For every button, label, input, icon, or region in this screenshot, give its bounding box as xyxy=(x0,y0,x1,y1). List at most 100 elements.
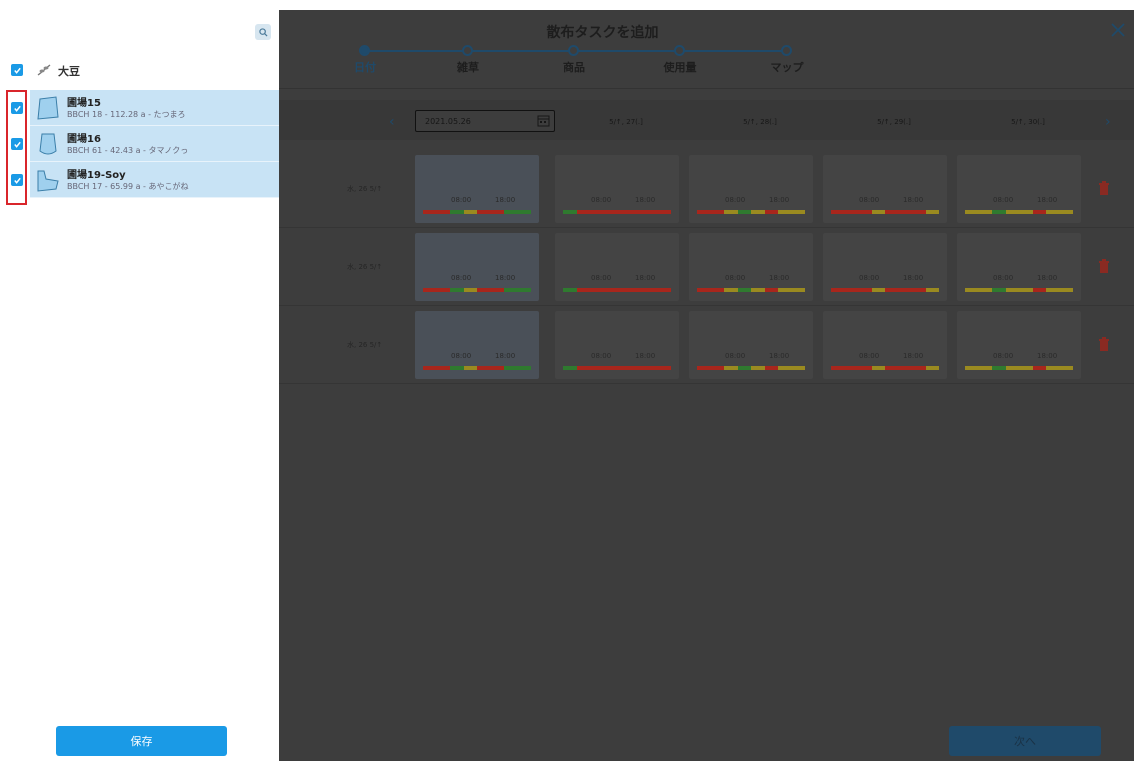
spray-window-segment xyxy=(898,210,912,214)
weather-window-card[interactable]: 08:00 18:00 xyxy=(689,233,813,301)
spray-window-segment xyxy=(965,210,979,214)
weather-window-card[interactable]: 08:00 18:00 xyxy=(823,233,947,301)
header-divider xyxy=(279,88,1134,89)
trash-icon[interactable] xyxy=(1098,337,1110,351)
date-column-header: 5/↑, 27(.] xyxy=(609,118,643,126)
spray-window-segment xyxy=(657,210,671,214)
close-icon[interactable] xyxy=(1110,22,1126,38)
spray-window-segment xyxy=(1032,210,1046,214)
field-row[interactable]: 圃場19-Soy BBCH 17 - 65.99 a - あやこがね xyxy=(0,162,279,198)
step-dot[interactable] xyxy=(568,45,579,56)
spray-window-segment xyxy=(778,288,792,292)
spray-window-bar xyxy=(831,288,939,292)
time-end-label: 18:00 xyxy=(1037,196,1058,204)
field-meta: BBCH 17 - 65.99 a - あやこがね xyxy=(67,182,189,191)
field-shape-icon xyxy=(37,96,59,120)
spray-window-bar xyxy=(697,288,805,292)
chevron-right-icon[interactable]: › xyxy=(1105,114,1111,130)
field-name: 圃場19-Soy xyxy=(67,170,126,181)
weather-window-card[interactable]: 08:00 18:00 xyxy=(555,311,679,379)
spray-window-segment xyxy=(751,288,765,292)
time-end-label: 18:00 xyxy=(495,196,516,204)
check-icon xyxy=(13,67,21,74)
spray-window-segment xyxy=(710,366,724,370)
time-start-label: 08:00 xyxy=(591,196,612,204)
spray-window-segment xyxy=(1005,210,1019,214)
step-label-weeds[interactable]: 雑草 xyxy=(438,59,498,75)
next-button[interactable]: 次へ xyxy=(949,726,1101,756)
spray-window-segment xyxy=(791,210,805,214)
spray-window-segment xyxy=(617,288,631,292)
step-dot[interactable] xyxy=(674,45,685,56)
weather-window-card[interactable]: 08:00 18:00 xyxy=(689,311,813,379)
spray-window-segment xyxy=(724,366,738,370)
crop-icon xyxy=(37,64,51,76)
spray-window-segment xyxy=(1032,288,1046,292)
step-dot[interactable] xyxy=(462,45,473,56)
calendar-icon[interactable] xyxy=(537,114,550,127)
spray-window-segment xyxy=(504,288,518,292)
spray-window-segment xyxy=(563,366,577,370)
time-start-label: 08:00 xyxy=(451,352,472,360)
spray-window-segment xyxy=(992,366,1006,370)
step-dot[interactable] xyxy=(781,45,792,56)
day-row: 水, 26 5/↑ 08:00 18:00 08:00 18:00 08:00 18:00 0… xyxy=(279,306,1134,384)
step-label-date[interactable]: 日付 xyxy=(335,59,395,75)
spray-window-segment xyxy=(590,288,604,292)
time-end-label: 18:00 xyxy=(1037,274,1058,282)
step-label-products[interactable]: 商品 xyxy=(544,59,604,75)
field-row[interactable]: 圃場16 BBCH 61 - 42.43 a - タマノクっ xyxy=(0,126,279,162)
crop-checkbox[interactable] xyxy=(11,64,23,76)
step-label-map[interactable]: マップ xyxy=(757,59,817,75)
field-row[interactable]: 圃場15 BBCH 18 - 112.28 a - たつまろ xyxy=(0,90,279,126)
time-start-label: 08:00 xyxy=(591,274,612,282)
weather-window-card[interactable]: 08:00 18:00 xyxy=(957,233,1081,301)
search-button[interactable] xyxy=(255,24,271,40)
spray-window-segment xyxy=(844,366,858,370)
spray-window-segment xyxy=(450,288,464,292)
spray-window-segment xyxy=(992,210,1006,214)
spray-window-segment xyxy=(912,210,926,214)
weather-window-card[interactable]: 08:00 18:00 xyxy=(415,311,539,379)
step-dot[interactable] xyxy=(359,45,370,56)
weather-window-card[interactable]: 08:00 18:00 xyxy=(555,155,679,223)
weather-window-card[interactable]: 08:00 18:00 xyxy=(957,311,1081,379)
spray-window-segment xyxy=(1005,288,1019,292)
spray-window-bar xyxy=(563,288,671,292)
spray-window-segment xyxy=(898,366,912,370)
day-row-label: 水, 26 5/↑ xyxy=(347,341,383,349)
spray-window-segment xyxy=(1032,366,1046,370)
weather-window-card[interactable]: 08:00 18:00 xyxy=(823,155,947,223)
date-input[interactable]: 2021.05.26 xyxy=(415,110,555,132)
time-end-label: 18:00 xyxy=(495,352,516,360)
weather-window-card[interactable]: 08:00 18:00 xyxy=(415,155,539,223)
spray-window-segment xyxy=(697,210,711,214)
spray-window-segment xyxy=(603,288,617,292)
time-end-label: 18:00 xyxy=(769,196,790,204)
crop-group-row[interactable]: 大豆 xyxy=(0,58,279,82)
spray-window-segment xyxy=(1019,366,1033,370)
spray-window-segment xyxy=(517,366,531,370)
spray-window-bar xyxy=(965,210,1073,214)
weather-window-card[interactable]: 08:00 18:00 xyxy=(689,155,813,223)
weather-window-card[interactable]: 08:00 18:00 xyxy=(823,311,947,379)
spray-window-segment xyxy=(858,288,872,292)
spray-window-segment xyxy=(563,210,577,214)
spray-window-bar xyxy=(697,210,805,214)
spray-window-segment xyxy=(898,288,912,292)
spray-window-segment xyxy=(517,210,531,214)
field-meta: BBCH 18 - 112.28 a - たつまろ xyxy=(67,110,186,119)
spray-window-segment xyxy=(724,210,738,214)
step-label-usage[interactable]: 使用量 xyxy=(650,59,710,75)
spray-window-bar xyxy=(831,366,939,370)
weather-window-card[interactable]: 08:00 18:00 xyxy=(555,233,679,301)
weather-window-card[interactable]: 08:00 18:00 xyxy=(957,155,1081,223)
chevron-left-icon[interactable]: ‹ xyxy=(389,114,395,130)
trash-icon[interactable] xyxy=(1098,181,1110,195)
spray-window-segment xyxy=(644,288,658,292)
spray-window-segment xyxy=(978,288,992,292)
weather-window-card[interactable]: 08:00 18:00 xyxy=(415,233,539,301)
trash-icon[interactable] xyxy=(1098,259,1110,273)
save-button[interactable]: 保存 xyxy=(56,726,227,756)
spray-window-segment xyxy=(630,288,644,292)
